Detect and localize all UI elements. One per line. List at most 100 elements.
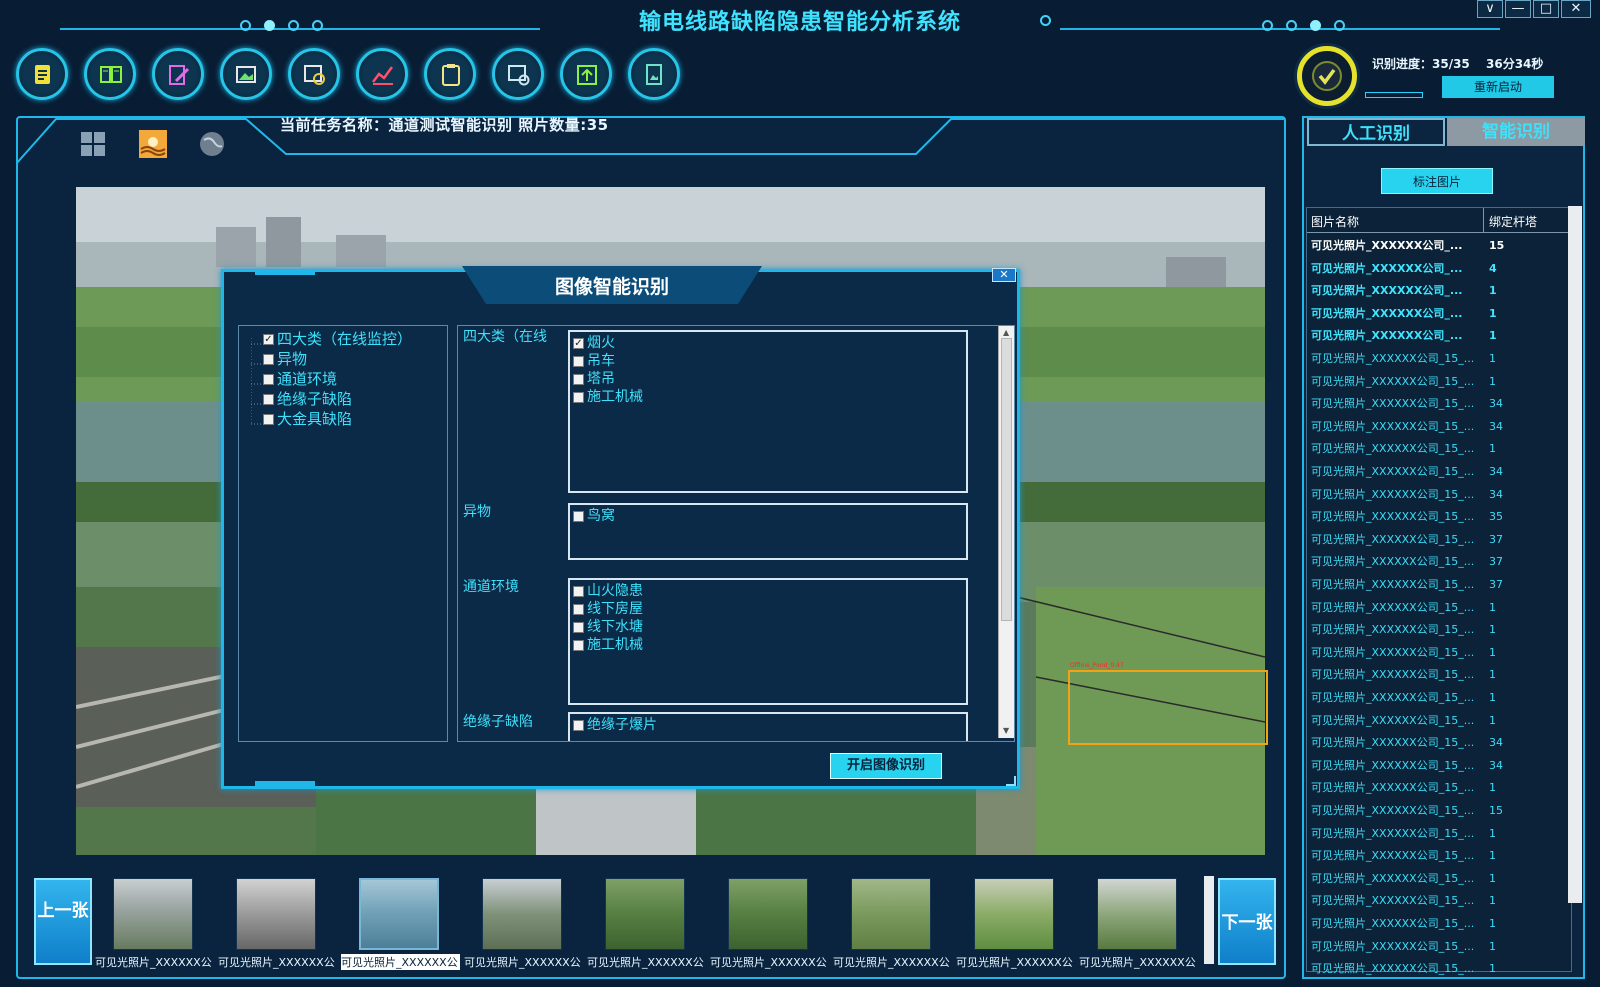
table-row[interactable]: 可见光照片_XXXXXX公司_15_... 15 [1309,799,1571,822]
table-row[interactable]: 可见光照片_XXXXXX公司_15_... 1 [1309,867,1571,890]
table-row[interactable]: 可见光照片_XXXXXX公司_... 4 [1309,257,1571,280]
table-row[interactable]: 可见光照片_XXXXXX公司_15_... 34 [1309,415,1571,438]
options-scrollbar[interactable]: ▲ ▼ [998,326,1014,738]
thumbnail-9[interactable] [1097,878,1177,950]
thumbnail-8[interactable] [974,878,1054,950]
tree-item-foreign-object[interactable]: 异物 [263,348,307,369]
checkbox[interactable] [573,639,584,651]
collapse-button[interactable]: ∨ [1477,0,1503,18]
checkbox[interactable] [263,394,274,405]
column-header-tower[interactable]: 绑定杆塔 [1489,213,1537,230]
table-row[interactable]: 可见光照片_XXXXXX公司_15_... 1 [1309,596,1571,619]
checkbox[interactable] [573,621,584,633]
table-row[interactable]: 可见光照片_XXXXXX公司_15_... 1 [1309,822,1571,845]
thumbnail-5[interactable] [605,878,685,950]
table-row[interactable]: 可见光照片_XXXXXX公司_... 1 [1309,324,1571,347]
table-row[interactable]: 可见光照片_XXXXXX公司_... 15 [1309,234,1571,257]
table-row[interactable]: 可见光照片_XXXXXX公司_15_... 1 [1309,957,1571,980]
option-pond-under-line[interactable]: 线下水塘 [573,616,643,636]
document-tool-button[interactable] [16,48,68,100]
option-tower-crane[interactable]: 塔吊 [573,368,615,388]
column-divider[interactable] [1483,208,1484,233]
checkbox[interactable] [263,354,274,365]
prev-photo-button[interactable]: 上一张 [34,878,92,965]
image-upload-tool-button[interactable] [628,48,680,100]
table-row[interactable]: 可见光照片_XXXXXX公司_15_... 1 [1309,844,1571,867]
scroll-down-icon[interactable]: ▼ [1003,726,1009,735]
pdf-preview-tool-button[interactable] [492,48,544,100]
table-row[interactable]: 可见光照片_XXXXXX公司_15_... 1 [1309,686,1571,709]
table-row[interactable]: 可见光照片_XXXXXX公司_15_... 1 [1309,663,1571,686]
table-row[interactable]: 可见光照片_XXXXXX公司_... 1 [1309,279,1571,302]
landscape-view-button[interactable] [138,129,168,159]
table-row[interactable]: 可见光照片_XXXXXX公司_15_... 1 [1309,618,1571,641]
option-crane[interactable]: 吊车 [573,350,615,370]
tree-item-insulator-defect[interactable]: 绝缘子缺陷 [263,388,352,409]
thumbnail-3[interactable] [359,878,439,950]
book-tool-button[interactable] [84,48,136,100]
thumbnail-7[interactable] [851,878,931,950]
checkbox[interactable] [573,373,584,385]
scrollbar-thumb[interactable] [1001,338,1012,621]
checkbox[interactable] [263,414,274,425]
tab-smart-recognition[interactable]: 智能识别 [1447,118,1585,146]
table-row[interactable]: 可见光照片_XXXXXX公司_15_... 34 [1309,392,1571,415]
checkbox-checked[interactable]: ✓ [263,334,274,345]
table-row[interactable]: 可见光照片_XXXXXX公司_15_... 37 [1309,550,1571,573]
table-row[interactable]: 可见光照片_XXXXXX公司_15_... 34 [1309,754,1571,777]
table-row[interactable]: 可见光照片_XXXXXX公司_15_... 1 [1309,709,1571,732]
checkbox[interactable] [573,603,584,615]
start-recognition-button[interactable]: 开启图像识别 [830,753,942,779]
option-house-under-line[interactable]: 线下房屋 [573,598,643,618]
minimize-button[interactable]: — [1505,0,1531,18]
checkbox[interactable] [263,374,274,385]
table-row[interactable]: 可见光照片_XXXXXX公司_15_... 1 [1309,347,1571,370]
option-construction-machinery[interactable]: 施工机械 [573,386,643,406]
column-header-name[interactable]: 图片名称 [1311,213,1359,230]
option-wildfire-hazard[interactable]: 山火隐患 [573,580,643,600]
table-row[interactable]: 可见光照片_XXXXXX公司_15_... 35 [1309,505,1571,528]
tree-item-four-categories[interactable]: ✓ 四大类（在线监控） [263,328,412,349]
thumb-scrollbar[interactable] [1204,876,1214,964]
option-fire-smoke[interactable]: ✓ 烟火 [573,332,615,352]
table-row[interactable]: 可见光照片_XXXXXX公司_15_... 37 [1309,528,1571,551]
table-row[interactable]: 可见光照片_XXXXXX公司_15_... 1 [1309,935,1571,958]
table-row[interactable]: 可见光照片_XXXXXX公司_15_... 34 [1309,731,1571,754]
option-insulator-burst[interactable]: 绝缘子爆片 [573,714,657,734]
table-row[interactable]: 可见光照片_XXXXXX公司_15_... 1 [1309,912,1571,935]
checkbox[interactable] [573,719,584,731]
checkbox-checked[interactable]: ✓ [573,337,584,349]
thumbnail-6[interactable] [728,878,808,950]
tree-item-fittings-defect[interactable]: 大金具缺陷 [263,408,352,429]
checkbox[interactable] [573,391,584,403]
table-row[interactable]: 可见光照片_XXXXXX公司_15_... 1 [1309,641,1571,664]
image-search-tool-button[interactable] [288,48,340,100]
option-construction-machinery-2[interactable]: 施工机械 [573,634,643,654]
thumbnail-2[interactable] [236,878,316,950]
close-button[interactable]: ✕ [1561,0,1591,18]
checkbox[interactable] [573,355,584,367]
annotate-image-button[interactable]: 标注图片 [1381,168,1493,194]
grid-view-button[interactable] [80,131,106,157]
clipboard-tool-button[interactable] [424,48,476,100]
thumbnail-1[interactable] [113,878,193,950]
checkbox[interactable] [573,585,584,597]
dialog-close-button[interactable]: ✕ [992,268,1016,282]
table-scrollbar[interactable] [1568,206,1582,903]
table-row[interactable]: 可见光照片_XXXXXX公司_... 1 [1309,302,1571,325]
globe-view-button[interactable] [198,130,226,158]
table-row[interactable]: 可见光照片_XXXXXX公司_15_... 1 [1309,370,1571,393]
checkbox[interactable] [573,510,584,522]
image-gallery-tool-button[interactable] [220,48,272,100]
edit-tool-button[interactable] [152,48,204,100]
next-photo-button[interactable]: 下一张 [1218,878,1276,965]
tab-manual-recognition[interactable]: 人工识别 [1307,118,1445,146]
export-tool-button[interactable] [560,48,612,100]
maximize-button[interactable]: □ [1533,0,1559,18]
table-row[interactable]: 可见光照片_XXXXXX公司_15_... 1 [1309,437,1571,460]
thumbnail-4[interactable] [482,878,562,950]
table-row[interactable]: 可见光照片_XXXXXX公司_15_... 37 [1309,573,1571,596]
table-row[interactable]: 可见光照片_XXXXXX公司_15_... 1 [1309,889,1571,912]
table-row[interactable]: 可见光照片_XXXXXX公司_15_... 1 [1309,776,1571,799]
resize-grip-icon[interactable] [1006,776,1016,786]
